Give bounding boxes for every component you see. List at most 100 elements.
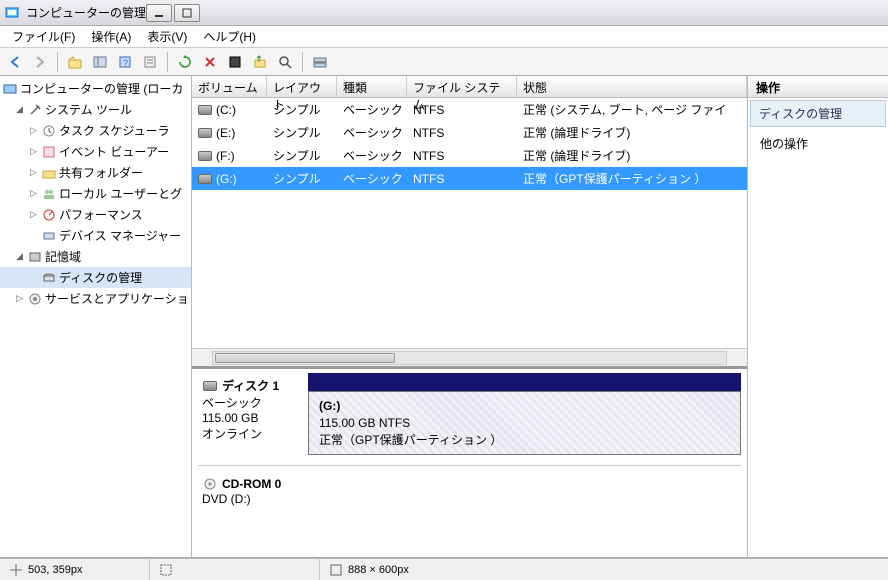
- cdrom-icon: [202, 476, 218, 492]
- col-layout[interactable]: レイアウト: [267, 76, 337, 97]
- partition-name: (G:): [319, 399, 340, 413]
- menu-help[interactable]: ヘルプ(H): [197, 26, 262, 47]
- volume-status: 正常 (システム, ブート, ページ ファイ: [517, 100, 747, 119]
- toolbar: ?: [0, 48, 888, 76]
- disk-row[interactable]: CD-ROM 0 DVD (D:): [198, 465, 741, 510]
- main-area: コンピューターの管理 (ローカ ◢ システム ツール ▷ タスク スケジューラ …: [0, 76, 888, 558]
- expand-icon[interactable]: ▷: [28, 209, 39, 220]
- volume-name: (E:): [216, 126, 235, 140]
- volume-status: 正常（GPT保護パーティション ）: [517, 169, 747, 188]
- tree-tasksched[interactable]: ▷ タスク スケジューラ: [0, 120, 191, 141]
- expand-icon[interactable]: ▷: [28, 167, 39, 178]
- volume-row[interactable]: (C:)シンプルベーシックNTFS正常 (システム, ブート, ページ ファイ: [192, 98, 747, 121]
- menu-file[interactable]: ファイル(F): [6, 26, 81, 47]
- volume-layout: シンプル: [267, 146, 337, 165]
- actions-more[interactable]: 他の操作: [748, 129, 888, 158]
- volume-icon: [198, 151, 212, 161]
- tree-eventvwr[interactable]: ▷ イベント ビューアー: [0, 141, 191, 162]
- toolbar-separator: [302, 52, 303, 72]
- volume-icon: [198, 128, 212, 138]
- maximize-button[interactable]: [174, 4, 200, 22]
- expand-icon[interactable]: ▷: [28, 188, 39, 199]
- crosshair-icon: [10, 564, 22, 576]
- collapse-icon[interactable]: ◢: [14, 251, 25, 262]
- h-scrollbar[interactable]: [192, 348, 747, 366]
- app-icon: [4, 5, 20, 21]
- tree-label: タスク スケジューラ: [59, 122, 170, 139]
- expand-icon[interactable]: ▷: [14, 293, 25, 304]
- export-icon[interactable]: [249, 51, 271, 73]
- up-folder-icon[interactable]: [64, 51, 86, 73]
- tree-storage[interactable]: ◢ 記憶域: [0, 246, 191, 267]
- volume-name: (C:): [216, 103, 236, 117]
- scan-icon[interactable]: [274, 51, 296, 73]
- tree-devmgr[interactable]: ▷ デバイス マネージャー: [0, 225, 191, 246]
- actions-header: 操作: [748, 76, 888, 98]
- storage-icon: [27, 249, 43, 265]
- volume-layout: シンプル: [267, 123, 337, 142]
- partition[interactable]: (G:) 115.00 GB NTFS 正常（GPT保護パーティション ）: [308, 391, 741, 455]
- volume-row[interactable]: (F:)シンプルベーシックNTFS正常 (論理ドライブ): [192, 144, 747, 167]
- disk-map[interactable]: (G:) 115.00 GB NTFS 正常（GPT保護パーティション ）: [308, 373, 741, 455]
- tree-sharedf[interactable]: ▷ 共有フォルダー: [0, 162, 191, 183]
- menubar: ファイル(F) 操作(A) 表示(V) ヘルプ(H): [0, 26, 888, 48]
- tree-svcs[interactable]: ▷ サービスとアプリケーショ: [0, 288, 191, 309]
- tree-label: サービスとアプリケーショ: [45, 290, 189, 307]
- disk-view-icon[interactable]: [309, 51, 331, 73]
- users-icon: [41, 186, 57, 202]
- actions-pane: 操作 ディスクの管理 他の操作: [748, 76, 888, 557]
- tree-systools[interactable]: ◢ システム ツール: [0, 99, 191, 120]
- volume-list: ボリューム レイアウト 種類 ファイル システム 状態 (C:)シンプルベーシッ…: [192, 76, 747, 366]
- disk-info: ディスク 1 ベーシック 115.00 GB オンライン: [198, 373, 308, 455]
- col-fs[interactable]: ファイル システム: [407, 76, 517, 97]
- volume-kind: ベーシック: [337, 100, 407, 119]
- col-volume[interactable]: ボリューム: [192, 76, 267, 97]
- computer-icon: [2, 81, 18, 97]
- partition-header: [308, 373, 741, 391]
- select-icon: [160, 564, 172, 576]
- scrollbar-thumb[interactable]: [215, 353, 395, 363]
- volume-fs: NTFS: [407, 123, 517, 142]
- menu-action[interactable]: 操作(A): [85, 26, 137, 47]
- dimensions-icon: [330, 564, 342, 576]
- help-icon[interactable]: ?: [114, 51, 136, 73]
- disk-size: 115.00 GB: [202, 411, 304, 425]
- disk-row[interactable]: ディスク 1 ベーシック 115.00 GB オンライン (G:) 115.00…: [198, 373, 741, 455]
- status-position: 503, 359px: [28, 564, 82, 576]
- partition-status: 正常（GPT保護パーティション ）: [319, 433, 502, 447]
- refresh-icon[interactable]: [174, 51, 196, 73]
- menu-view[interactable]: 表示(V): [141, 26, 193, 47]
- expand-icon[interactable]: ▷: [28, 125, 39, 136]
- forward-button[interactable]: [29, 51, 51, 73]
- show-console-icon[interactable]: [89, 51, 111, 73]
- settings-icon[interactable]: [224, 51, 246, 73]
- delete-icon[interactable]: [199, 51, 221, 73]
- volume-kind: ベーシック: [337, 123, 407, 142]
- col-kind[interactable]: 種類: [337, 76, 407, 97]
- tree-diskmgmt[interactable]: ▷ ディスクの管理: [0, 267, 191, 288]
- volume-row[interactable]: (E:) シンプルベーシックNTFS正常 (論理ドライブ): [192, 121, 747, 144]
- scrollbar-track[interactable]: [212, 351, 727, 365]
- statusbar: 503, 359px 888 × 600px: [0, 558, 888, 580]
- volume-row[interactable]: (G:)シンプルベーシックNTFS正常（GPT保護パーティション ）: [192, 167, 747, 190]
- tree-perf[interactable]: ▷ パフォーマンス: [0, 204, 191, 225]
- expand-icon[interactable]: ▷: [28, 146, 39, 157]
- volume-kind: ベーシック: [337, 169, 407, 188]
- device-icon: [41, 228, 57, 244]
- partition-info: 115.00 GB NTFS: [319, 416, 410, 430]
- collapse-icon[interactable]: ◢: [14, 104, 25, 115]
- col-status[interactable]: 状態: [517, 76, 747, 97]
- volume-status: 正常 (論理ドライブ): [517, 123, 747, 142]
- disk-graphic-pane: ディスク 1 ベーシック 115.00 GB オンライン (G:) 115.00…: [192, 366, 747, 557]
- event-icon: [41, 144, 57, 160]
- status-dimensions: 888 × 600px: [348, 564, 409, 576]
- volume-name: (F:): [216, 149, 235, 163]
- tree-label: デバイス マネージャー: [59, 227, 181, 244]
- volume-layout: シンプル: [267, 100, 337, 119]
- minimize-button[interactable]: [146, 4, 172, 22]
- volume-status: 正常 (論理ドライブ): [517, 146, 747, 165]
- back-button[interactable]: [4, 51, 26, 73]
- tree-root[interactable]: コンピューターの管理 (ローカ: [0, 78, 191, 99]
- tree-localusers[interactable]: ▷ ローカル ユーザーとグ: [0, 183, 191, 204]
- properties-icon[interactable]: [139, 51, 161, 73]
